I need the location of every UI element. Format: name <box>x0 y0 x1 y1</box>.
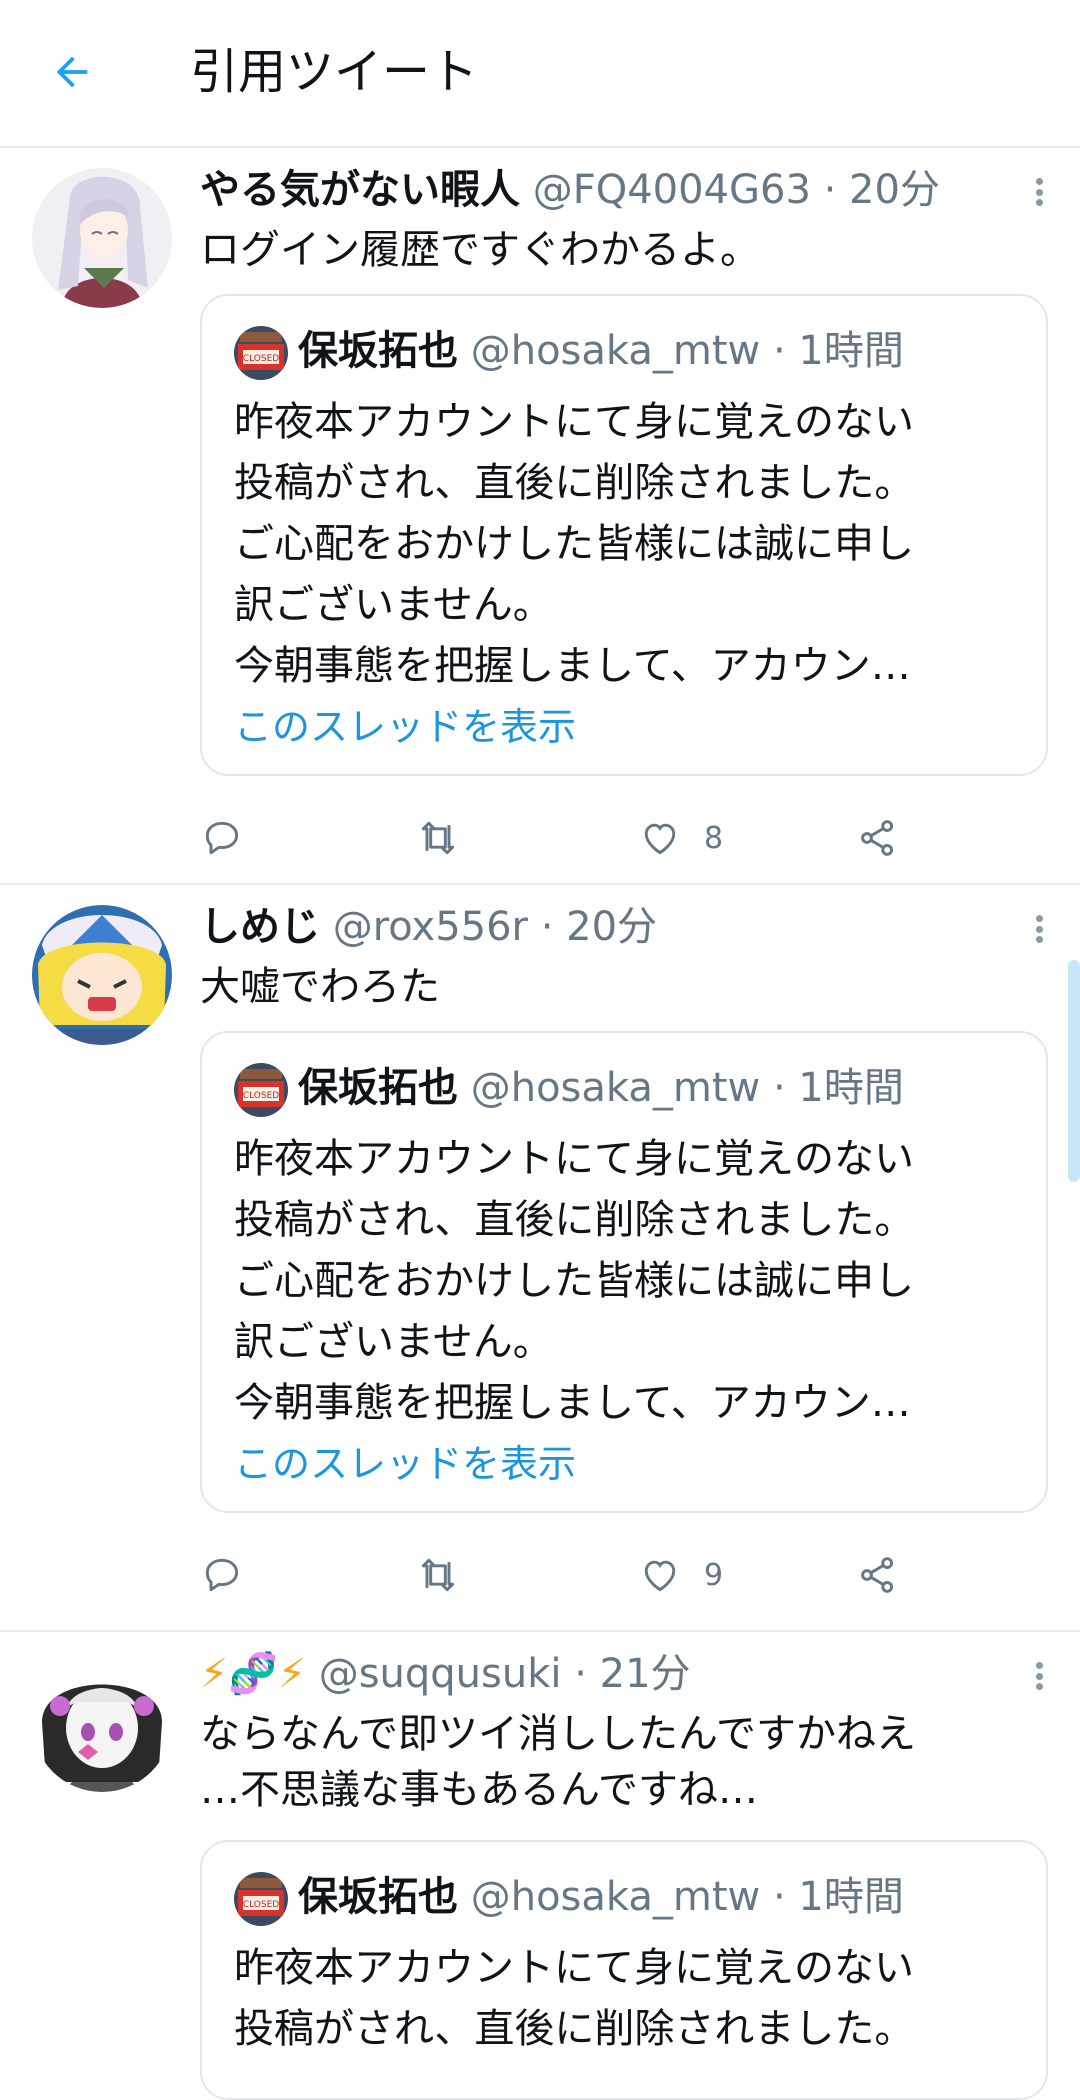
tweet-text-line: …不思議な事もあるんですね… <box>200 1767 758 1813</box>
retweet-icon <box>421 821 455 855</box>
quoted-text-line: 昨夜本アカウントにて身に覚えのない <box>234 399 914 445</box>
quoted-tweet-header: 保坂拓也 @hosaka_mtw · 1時間 <box>298 1055 1026 1121</box>
more-vert-icon[interactable] <box>1024 172 1054 212</box>
tweet-header: やる気がない暇人 @FQ4004G63 · 20分 <box>200 162 990 218</box>
show-thread-link[interactable]: このスレッドを表示 <box>234 697 1022 757</box>
quote-tweet-list: やる気がない暇人 @FQ4004G63 · 20分 ログイン履歴ですぐわかるよ。… <box>0 148 1080 2100</box>
share-icon <box>861 1557 894 1593</box>
avatar[interactable] <box>32 905 172 1045</box>
quoted-display-name: 保坂拓也 <box>298 1065 458 1111</box>
quoted-tweet-header: 保坂拓也 @hosaka_mtw · 1時間 <box>298 318 1026 384</box>
quoted-text-line: 投稿がされ、直後に削除されました。 <box>234 2006 915 2052</box>
quoted-text-line: ご心配をおかけした皆様には誠に申し <box>234 1258 914 1304</box>
tweet-text-line: ログイン履歴ですぐわかるよ。 <box>200 227 760 273</box>
retweet-button[interactable] <box>416 808 460 868</box>
share-button[interactable] <box>856 1545 900 1605</box>
tweet-text: 大嘘でわろた <box>200 959 1040 1015</box>
quoted-text-line: 投稿がされ、直後に削除されました。 <box>234 1197 915 1243</box>
display-name[interactable]: しめじ <box>200 904 320 950</box>
like-icon <box>644 823 676 855</box>
quoted-tweet-text: 昨夜本アカウントにて身に覚えのない 投稿がされ、直後に削除されました。 ご心配を… <box>234 392 1022 757</box>
tweet-header: ⚡🧬⚡ @suqqusuki · 21分 <box>200 1646 990 1702</box>
quoted-display-name: 保坂拓也 <box>298 1874 458 1920</box>
tweet-text: ログイン履歴ですぐわかるよ。 <box>200 222 1040 278</box>
quoted-display-name: 保坂拓也 <box>298 328 458 374</box>
reply-icon <box>205 821 239 855</box>
tweet-actions: 8 <box>200 808 920 868</box>
handle-and-time: @FQ4004G63 · 20分 <box>532 167 940 213</box>
reply-button[interactable] <box>200 1545 244 1605</box>
handle-and-time: @suqqusuki · 21分 <box>318 1651 691 1697</box>
tweet-header: しめじ @rox556r · 20分 <box>200 899 990 955</box>
handle-and-time: @rox556r · 20分 <box>332 904 658 950</box>
quoted-tweet-header: 保坂拓也 @hosaka_mtw · 1時間 <box>298 1864 1026 1930</box>
quoted-text-line: 今朝事態を把握しまして、アカウン… <box>234 643 911 689</box>
svg-text:CLOSED: CLOSED <box>243 354 279 364</box>
more-vert-icon[interactable] <box>1024 1656 1054 1696</box>
quoted-tweet-text: 昨夜本アカウントにて身に覚えのない 投稿がされ、直後に削除されました。 ご心配を… <box>234 1129 1022 1494</box>
quoted-tweet-card[interactable]: CLOSED 保坂拓也 @hosaka_mtw · 1時間 昨夜本アカウントにて… <box>200 1031 1048 1513</box>
avatar[interactable] <box>32 1652 172 1792</box>
back-arrow-icon[interactable] <box>48 48 96 96</box>
tweet-actions: 9 <box>200 1545 920 1605</box>
share-button[interactable] <box>856 808 900 868</box>
svg-text:CLOSED: CLOSED <box>243 1091 279 1101</box>
page-title: 引用ツイート <box>190 44 479 100</box>
reply-icon <box>205 1558 239 1592</box>
like-button[interactable]: 8 <box>638 808 723 868</box>
quoted-text-line: ご心配をおかけした皆様には誠に申し <box>234 521 914 567</box>
quoted-avatar: CLOSED <box>234 1872 288 1926</box>
avatar[interactable] <box>32 168 172 308</box>
more-vert-icon[interactable] <box>1024 909 1054 949</box>
quoted-text-line: 訳ございません。 <box>234 582 553 628</box>
quoted-text-line: 訳ございません。 <box>234 1319 553 1365</box>
like-icon <box>644 1560 676 1592</box>
svg-text:CLOSED: CLOSED <box>243 1900 279 1910</box>
like-count: 9 <box>704 1557 724 1593</box>
retweet-icon <box>421 1558 455 1592</box>
display-name[interactable]: やる気がない暇人 <box>200 167 520 213</box>
quoted-tweet-card[interactable]: CLOSED 保坂拓也 @hosaka_mtw · 1時間 昨夜本アカウントにて… <box>200 294 1048 776</box>
show-thread-link[interactable]: このスレッドを表示 <box>234 1434 1022 1494</box>
quoted-tweet-card[interactable]: CLOSED 保坂拓也 @hosaka_mtw · 1時間 昨夜本アカウントにて… <box>200 1840 1048 2100</box>
tweet-text-line: ならなんで即ツイ消ししたんですかねえ <box>200 1711 916 1757</box>
quoted-handle-and-time: @hosaka_mtw · 1時間 <box>470 1065 904 1111</box>
tweet[interactable]: ⚡🧬⚡ @suqqusuki · 21分 ならなんで即ツイ消ししたんですかねえ … <box>0 1632 1080 2100</box>
top-app-bar: 引用ツイート <box>0 0 1080 148</box>
like-count: 8 <box>704 820 724 856</box>
quoted-avatar: CLOSED <box>234 326 288 380</box>
quoted-text-line: 投稿がされ、直後に削除されました。 <box>234 460 915 506</box>
quoted-avatar: CLOSED <box>234 1063 288 1117</box>
quoted-text-line: 今朝事態を把握しまして、アカウン… <box>234 1380 911 1426</box>
tweet-text-line: 大嘘でわろた <box>200 964 440 1010</box>
retweet-button[interactable] <box>416 1545 460 1605</box>
share-icon <box>861 820 894 856</box>
tweet[interactable]: しめじ @rox556r · 20分 大嘘でわろた CLOSED 保坂拓也 @h… <box>0 885 1080 1632</box>
quoted-handle-and-time: @hosaka_mtw · 1時間 <box>470 1874 904 1920</box>
quoted-handle-and-time: @hosaka_mtw · 1時間 <box>470 328 904 374</box>
quoted-text-line: 昨夜本アカウントにて身に覚えのない <box>234 1136 914 1182</box>
like-button[interactable]: 9 <box>638 1545 723 1605</box>
quoted-text-line: 昨夜本アカウントにて身に覚えのない <box>234 1945 914 1991</box>
tweet[interactable]: やる気がない暇人 @FQ4004G63 · 20分 ログイン履歴ですぐわかるよ。… <box>0 148 1080 885</box>
display-name[interactable]: ⚡🧬⚡ <box>200 1651 306 1697</box>
reply-button[interactable] <box>200 808 244 868</box>
scrollbar-thumb[interactable] <box>1068 960 1080 1182</box>
tweet-text: ならなんで即ツイ消ししたんですかねえ …不思議な事もあるんですね… <box>200 1706 1040 1818</box>
